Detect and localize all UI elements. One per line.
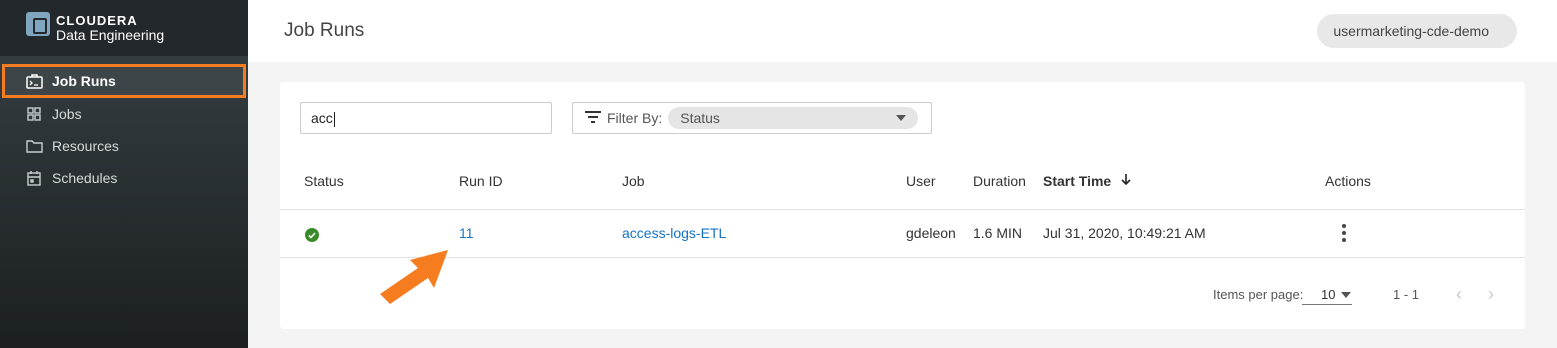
column-header-actions: Actions: [1325, 173, 1371, 189]
filter-label: Filter By:: [607, 110, 663, 126]
previous-page-icon[interactable]: ‹: [1456, 285, 1468, 303]
run-id-link[interactable]: 11: [459, 225, 474, 241]
column-header-run-id[interactable]: Run ID: [459, 173, 503, 189]
column-header-start-time[interactable]: Start Time: [1043, 173, 1131, 189]
header: Job Runs usermarketing-cde-demo: [248, 0, 1557, 62]
folder-icon: [25, 138, 43, 154]
brand-name: CLOUDERA: [56, 13, 138, 28]
status-filter-value: Status: [680, 110, 720, 126]
brand-product: Data Engineering: [56, 27, 165, 43]
sidebar-item-jobs[interactable]: Jobs: [0, 98, 248, 130]
page-title: Job Runs: [284, 20, 365, 41]
annotation-arrow-icon: [380, 250, 448, 304]
column-header-start-time-label: Start Time: [1043, 173, 1112, 189]
next-page-icon[interactable]: ›: [1488, 285, 1500, 303]
search-input[interactable]: acc: [300, 102, 552, 134]
row-user: gdeleon: [906, 225, 956, 241]
chevron-down-icon: [896, 115, 907, 121]
sidebar-item-job-runs[interactable]: Job Runs: [2, 64, 246, 98]
row-duration: 1.6 MIN: [973, 225, 1023, 241]
job-runs-card: acc Filter By: Status Status Run ID Job …: [280, 82, 1525, 329]
header-divider: [280, 209, 1525, 210]
pagination-range: 1 - 1: [1393, 287, 1420, 302]
sidebar: CLOUDERA Data Engineering Job Runs Jobs …: [0, 0, 248, 348]
sidebar-item-label: Resources: [52, 138, 119, 154]
job-link[interactable]: access-logs-ETL: [622, 225, 726, 241]
success-status-icon: [305, 228, 319, 242]
sidebar-item-resources[interactable]: Resources: [0, 130, 248, 162]
sidebar-nav: Job Runs Jobs Resources Schedules: [0, 64, 248, 194]
chevron-down-icon: [1341, 291, 1352, 298]
column-header-status[interactable]: Status: [304, 173, 344, 189]
items-per-page-value: 10: [1321, 287, 1336, 302]
sidebar-item-schedules[interactable]: Schedules: [0, 162, 248, 194]
status-filter-select[interactable]: Status: [668, 107, 919, 129]
filter-bar[interactable]: Filter By: Status: [572, 102, 932, 134]
sidebar-item-label: Schedules: [52, 170, 118, 186]
more-actions-icon[interactable]: [1339, 224, 1349, 242]
job-runs-icon: [25, 73, 43, 89]
grid-icon: [25, 106, 43, 122]
calendar-icon: [25, 170, 43, 186]
sidebar-item-label: Job Runs: [52, 73, 116, 89]
items-per-page-label: Items per page:: [1213, 287, 1304, 302]
filter-icon: [585, 110, 601, 126]
user-chip[interactable]: usermarketing-cde-demo: [1317, 14, 1517, 48]
column-header-duration[interactable]: Duration: [973, 173, 1026, 189]
row-divider: [280, 257, 1525, 258]
column-header-job[interactable]: Job: [622, 173, 645, 189]
column-header-user[interactable]: User: [906, 173, 936, 189]
brand[interactable]: CLOUDERA Data Engineering: [0, 0, 248, 56]
sidebar-item-label: Jobs: [52, 106, 82, 122]
row-start-time: Jul 31, 2020, 10:49:21 AM: [1043, 225, 1206, 241]
cloudera-logo-icon: [26, 12, 50, 36]
items-per-page-select[interactable]: 10: [1302, 285, 1352, 305]
sort-descending-icon: [1121, 173, 1131, 189]
